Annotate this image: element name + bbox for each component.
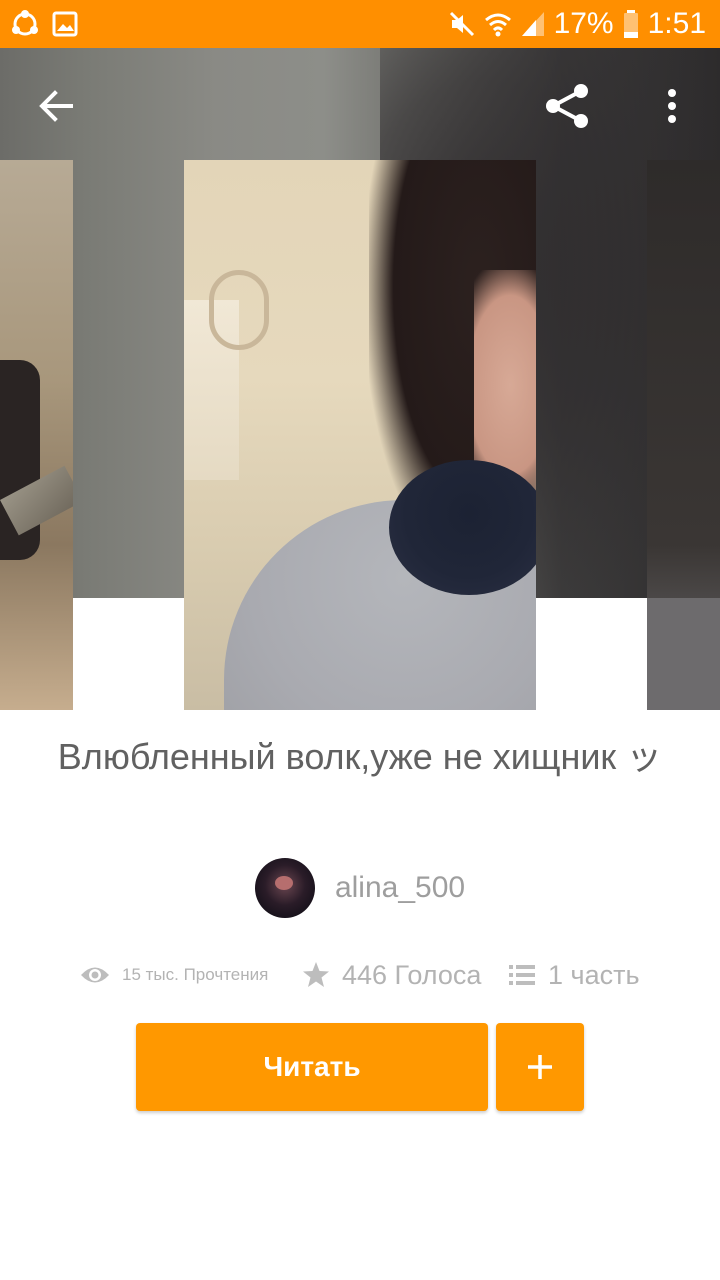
battery-icon <box>623 10 638 38</box>
author-avatar[interactable] <box>254 858 315 918</box>
back-arrow-icon <box>39 90 73 122</box>
reads-count: 15 тыс. Прочтения <box>122 965 269 984</box>
story-stats: 15 тыс. Прочтения 446 Голоса 1 часть <box>0 950 720 1000</box>
parts-count: 1 часть <box>548 959 640 990</box>
cover-detail <box>209 270 269 350</box>
previous-story-cover[interactable] <box>0 160 73 710</box>
story-details-screen: 17% 1:51 Влюбленный волк,уже не хищник ッ… <box>0 0 720 1280</box>
back-button[interactable] <box>28 78 84 134</box>
gallery-icon <box>52 11 78 37</box>
cover-detail <box>389 460 536 595</box>
parts-stat: 1 часть <box>508 950 640 1000</box>
share-button[interactable] <box>540 78 596 134</box>
mute-icon <box>449 11 474 37</box>
status-bar-right: 17% 1:51 <box>440 7 706 41</box>
author-name[interactable]: alina_500 <box>335 871 465 905</box>
star-icon <box>303 962 329 987</box>
status-bar-left <box>10 9 90 39</box>
author-link[interactable]: alina_500 <box>0 858 720 918</box>
list-icon <box>509 965 535 985</box>
read-button[interactable]: Читать <box>136 1023 488 1111</box>
story-cover-image[interactable] <box>184 160 536 710</box>
more-options-button[interactable] <box>644 78 700 134</box>
eye-icon <box>81 967 109 983</box>
more-vertical-icon <box>668 89 676 123</box>
reads-stat: 15 тыс. Прочтения <box>80 950 268 1000</box>
next-story-cover[interactable] <box>647 160 720 710</box>
battery-percent: 17% <box>553 7 614 40</box>
clock: 1:51 <box>647 7 706 40</box>
share-icon <box>546 84 588 128</box>
votes-stat: 446 Голоса <box>302 950 481 1000</box>
story-title: Влюбленный волк,уже не хищник ッ <box>57 736 663 777</box>
votes-count: 446 Голоса <box>342 959 482 990</box>
cover-carousel <box>0 48 720 710</box>
status-bar: 17% 1:51 <box>0 0 720 48</box>
cover-detail <box>647 598 720 710</box>
wifi-icon <box>484 13 511 37</box>
add-to-library-button[interactable] <box>496 1023 584 1111</box>
plus-icon <box>528 1055 552 1079</box>
signal-icon <box>521 12 544 36</box>
sync-icon <box>12 10 38 36</box>
